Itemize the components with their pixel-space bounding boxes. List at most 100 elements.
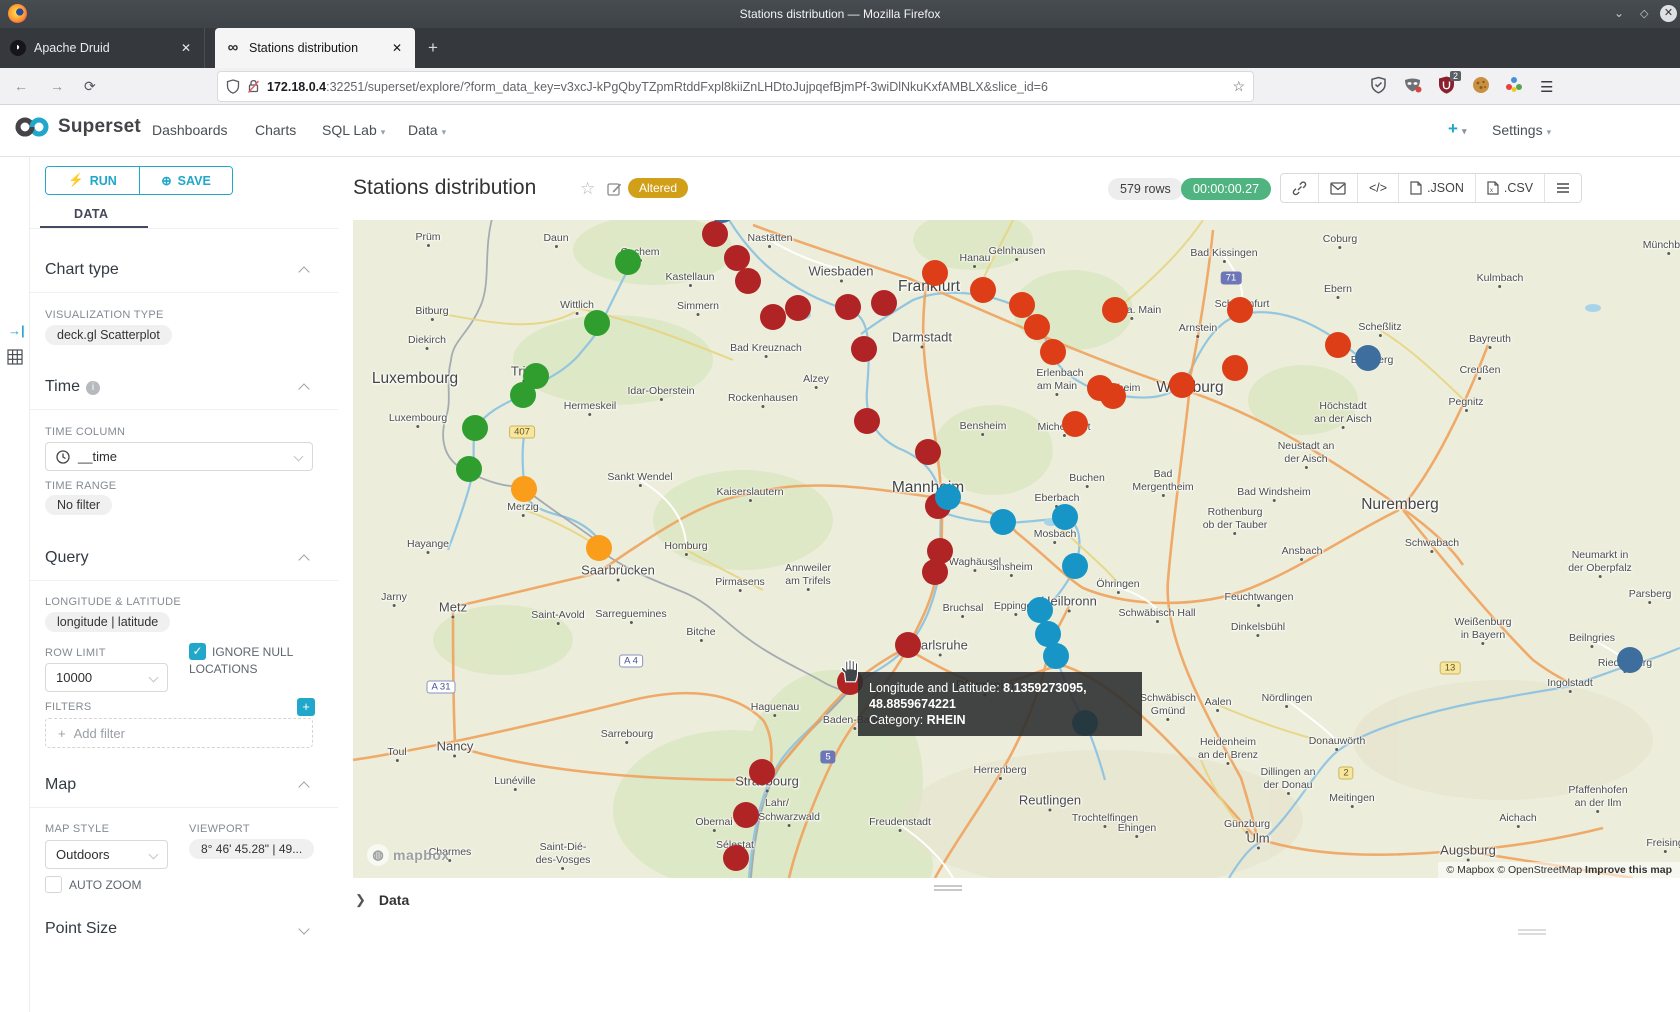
map-point-rhein[interactable] [835, 294, 861, 320]
new-item-button[interactable]: +▾ [1448, 119, 1466, 139]
map-point-main[interactable] [1325, 332, 1351, 358]
map-point-neckar[interactable] [1043, 643, 1069, 669]
pocket-shield-icon[interactable] [1370, 76, 1387, 99]
reload-icon[interactable]: ⟳ [84, 78, 96, 95]
forward-icon[interactable]: → [50, 78, 64, 94]
side-drag-handle[interactable] [1518, 933, 1546, 935]
map-point-rhein[interactable] [871, 290, 897, 316]
map-point-neckar[interactable] [1062, 553, 1088, 579]
chevron-up-icon[interactable] [298, 383, 309, 394]
map-point-main[interactable] [1102, 297, 1128, 323]
map-point-neckar[interactable] [990, 509, 1016, 535]
south-pane-drag-handle[interactable] [934, 885, 962, 887]
superset-logo[interactable]: Superset [14, 116, 141, 138]
data-panel-toggle[interactable]: ❯ Data [355, 892, 409, 908]
section-chart-type[interactable]: Chart type [45, 261, 119, 279]
chevron-up-icon[interactable] [298, 554, 309, 565]
map-point-rhein[interactable] [749, 759, 775, 785]
map-point-rhein[interactable] [723, 845, 749, 871]
map-point-main[interactable] [970, 277, 996, 303]
window-maximize-icon[interactable]: ◇ [1640, 7, 1648, 20]
tab-apache-druid[interactable]: ◗ Apache Druid ✕ [0, 28, 205, 68]
map-point-main[interactable] [922, 260, 948, 286]
map-point-main[interactable] [1227, 297, 1253, 323]
tab-close-icon[interactable]: ✕ [178, 41, 194, 55]
map-point-rhein[interactable] [922, 559, 948, 585]
chevron-up-icon[interactable] [298, 266, 309, 277]
time-range-value[interactable]: No filter [45, 495, 112, 515]
lonlat-value[interactable]: longitude | latitude [45, 612, 170, 632]
bookmark-star-icon[interactable]: ☆ [1232, 78, 1245, 95]
deckgl-scatterplot-map[interactable]: PrümDaunCochemNastättenGelnhausenHanauBa… [353, 220, 1680, 878]
map-point-rhein[interactable] [854, 408, 880, 434]
add-filter-box[interactable]: +Add filter [45, 718, 313, 748]
map-point-mosel[interactable] [462, 415, 488, 441]
map-point-donau[interactable] [1617, 647, 1643, 673]
map-point-main[interactable] [1024, 314, 1050, 340]
tab-close-icon[interactable]: ✕ [389, 41, 405, 55]
back-icon[interactable]: ← [14, 78, 28, 94]
map-point-donau[interactable] [1355, 345, 1381, 371]
map-point-saar[interactable] [511, 476, 537, 502]
add-filter-plus-button[interactable]: + [297, 698, 315, 716]
ublock-icon[interactable]: 2 [1438, 76, 1455, 99]
nav-dashboards[interactable]: Dashboards [152, 122, 228, 138]
chevron-up-icon[interactable] [298, 781, 309, 792]
map-point-rhein[interactable] [702, 221, 728, 247]
map-point-rhein[interactable] [915, 439, 941, 465]
chevron-down-icon[interactable] [298, 923, 309, 934]
row-limit-select[interactable]: 10000 [45, 663, 168, 692]
map-point-main[interactable] [1040, 339, 1066, 365]
viewport-value[interactable]: 8° 46' 45.28" | 49... [189, 839, 314, 859]
side-drag-handle[interactable] [1518, 929, 1546, 931]
map-point-main[interactable] [1222, 355, 1248, 381]
section-query[interactable]: Query [45, 549, 89, 567]
map-point-neckar[interactable] [1027, 597, 1053, 623]
time-column-select[interactable]: __time [45, 442, 313, 471]
south-pane-drag-handle[interactable] [934, 889, 962, 891]
map-point-rhein[interactable] [760, 304, 786, 330]
export-json-button[interactable]: .JSON [1399, 174, 1476, 202]
multicolor-extension-icon[interactable] [1505, 76, 1523, 99]
map-point-neckar[interactable] [935, 484, 961, 510]
settings-menu[interactable]: Settings▾ [1492, 122, 1551, 138]
tab-stations-distribution[interactable]: ∞ Stations distribution ✕ [215, 28, 415, 68]
map-point-main[interactable] [1100, 383, 1126, 409]
expand-datasource-icon[interactable]: →| [8, 323, 25, 338]
map-point-rhein[interactable] [735, 268, 761, 294]
viz-type-value[interactable]: deck.gl Scatterplot [45, 325, 172, 345]
map-point-rhein[interactable] [851, 336, 877, 362]
section-time[interactable]: Time [45, 378, 80, 396]
insecure-lock-icon[interactable] [247, 79, 260, 94]
map-point-mosel[interactable] [584, 310, 610, 336]
nav-data[interactable]: Data▾ [408, 122, 446, 138]
map-point-main[interactable] [1169, 372, 1195, 398]
nav-sql-lab[interactable]: SQL Lab▾ [322, 122, 385, 138]
more-options-icon[interactable] [1545, 174, 1581, 202]
window-close-icon[interactable]: ✕ [1660, 5, 1677, 22]
run-button[interactable]: ⚡RUN [46, 167, 139, 194]
improve-map-link[interactable]: Improve this map [1585, 864, 1672, 876]
share-link-button[interactable] [1281, 174, 1319, 202]
menu-icon[interactable]: ☰ [1540, 78, 1553, 96]
url-field[interactable]: 172.18.0.4:32251/superset/explore/?form_… [218, 72, 1253, 101]
nav-charts[interactable]: Charts [255, 122, 296, 138]
shield-icon[interactable] [226, 79, 240, 94]
section-map[interactable]: Map [45, 776, 76, 794]
map-point-rhein[interactable] [733, 802, 759, 828]
map-point-main[interactable] [1062, 411, 1088, 437]
save-button[interactable]: ⊕SAVE [139, 167, 232, 194]
email-button[interactable] [1319, 174, 1358, 202]
cookie-icon[interactable] [1472, 76, 1490, 99]
map-style-select[interactable]: Outdoors [45, 840, 168, 869]
favorite-star-icon[interactable]: ☆ [580, 179, 595, 199]
altered-badge[interactable]: Altered [628, 178, 688, 198]
privacy-mask-icon[interactable] [1403, 76, 1422, 99]
new-tab-button[interactable]: + [428, 38, 438, 58]
embed-code-button[interactable]: </> [1358, 174, 1399, 202]
export-csv-button[interactable]: x .CSV [1476, 174, 1545, 202]
mapbox-logo[interactable]: ◍ mapbox [367, 844, 450, 866]
tab-data[interactable]: DATA [74, 207, 108, 221]
auto-zoom-checkbox[interactable] [45, 876, 62, 893]
dataset-grid-icon[interactable] [7, 349, 23, 370]
